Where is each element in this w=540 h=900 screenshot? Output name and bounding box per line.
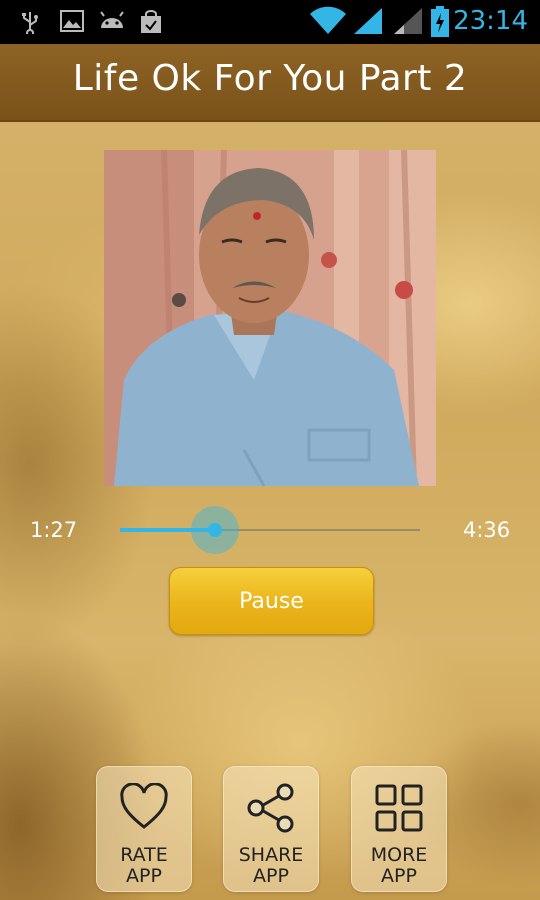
- share-app-button[interactable]: SHARE APP: [223, 766, 319, 892]
- gallery-icon: [60, 10, 84, 32]
- more-app-label: MORE APP: [370, 844, 428, 887]
- more-app-button[interactable]: MORE APP: [351, 766, 447, 892]
- signal-weak-icon: [394, 8, 422, 34]
- total-time: 4:36: [463, 518, 511, 542]
- status-time: 23:14: [453, 6, 528, 36]
- page-title: Life Ok For You Part 2: [72, 58, 468, 99]
- rate-app-button[interactable]: RATE APP: [96, 766, 192, 892]
- pause-button[interactable]: Pause: [169, 567, 374, 635]
- share-app-label: SHARE APP: [238, 844, 304, 887]
- android-icon: [100, 11, 124, 28]
- heart-icon: [120, 783, 168, 829]
- usb-icon: [22, 12, 38, 34]
- seek-thumb[interactable]: [207, 523, 222, 537]
- rate-app-label: RATE APP: [120, 844, 168, 887]
- grid-icon: [375, 784, 423, 832]
- shopping-bag-icon: [141, 10, 161, 33]
- share-icon: [247, 783, 294, 833]
- title-bar: Life Ok For You Part 2: [0, 44, 540, 122]
- current-time: 1:27: [30, 518, 78, 542]
- cover-photo: [104, 150, 436, 486]
- status-bar: 23:14: [0, 0, 540, 44]
- battery-icon: [431, 6, 449, 37]
- signal-icon: [354, 8, 382, 34]
- wifi-icon: [310, 6, 346, 35]
